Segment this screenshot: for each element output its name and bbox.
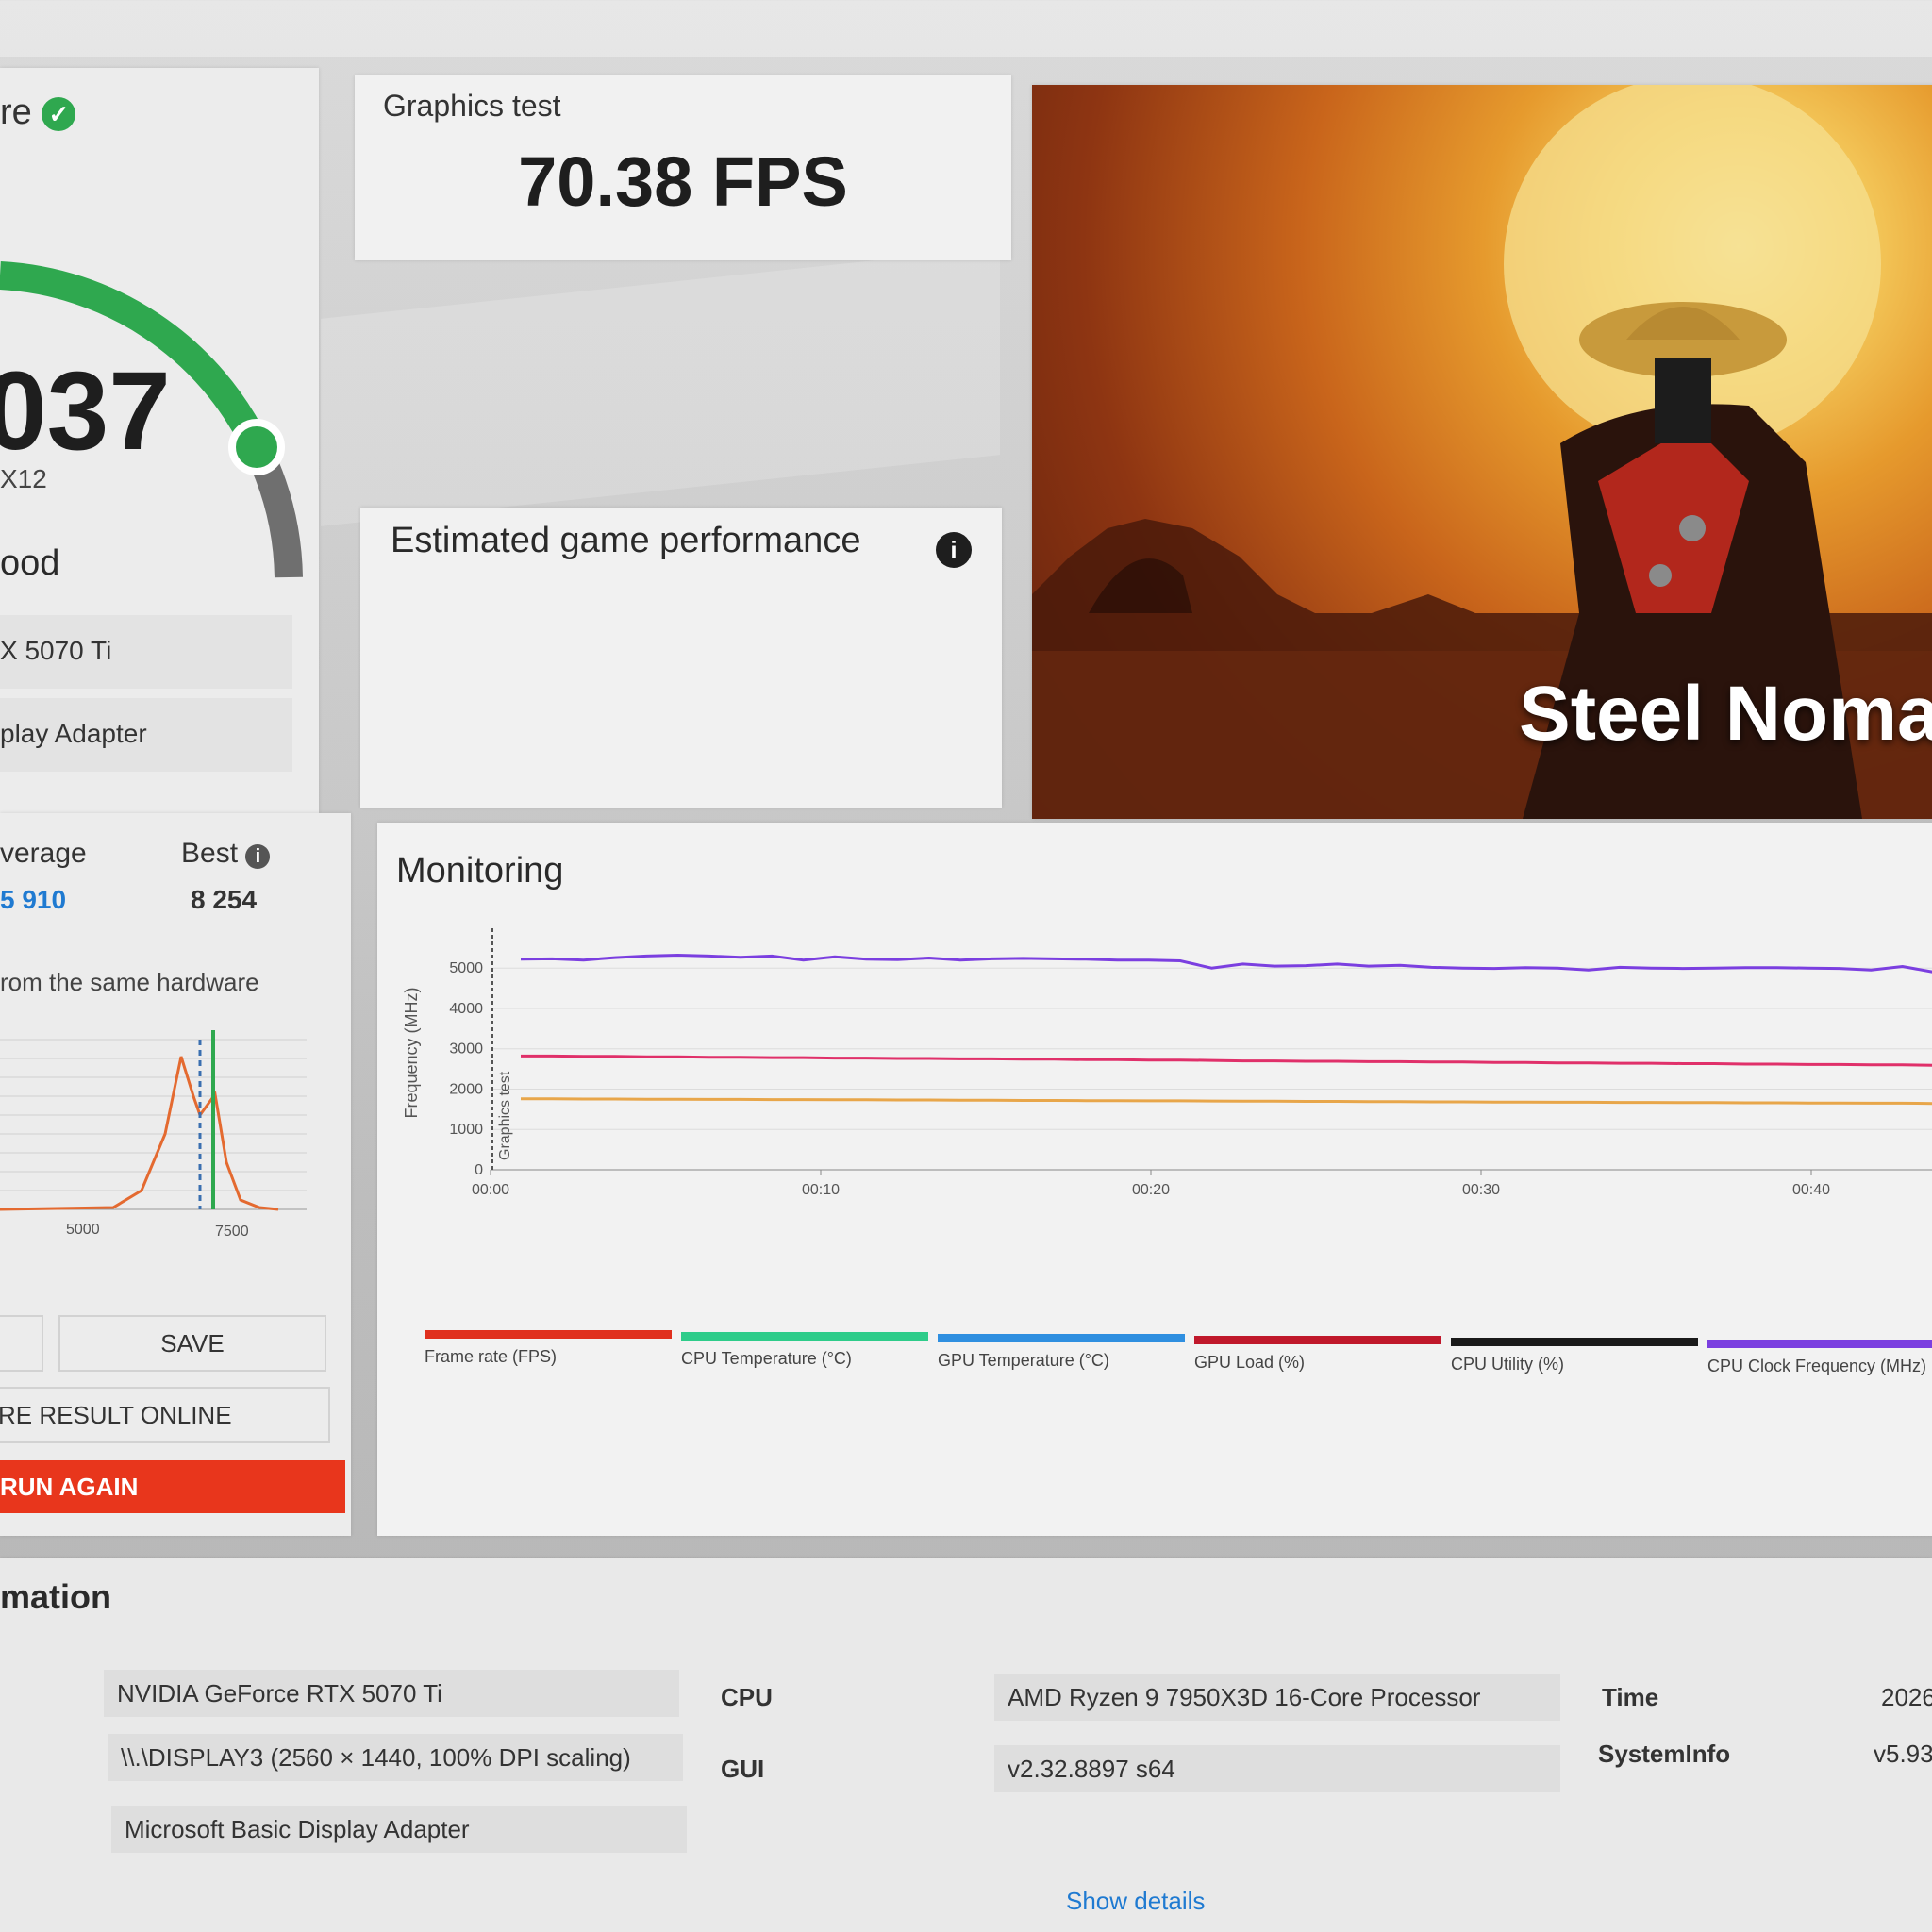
score-title-text: re — [0, 92, 32, 132]
legend-swatch[interactable] — [1194, 1336, 1441, 1344]
cpu-label: CPU — [721, 1683, 773, 1711]
graphics-test-label: Graphics test — [383, 89, 561, 123]
adapter-field: Microsoft Basic Display Adapter — [111, 1806, 687, 1853]
legend-label[interactable]: GPU Load (%) — [1194, 1353, 1305, 1373]
score-title: re ✓ — [0, 92, 76, 133]
series-line-2 — [521, 1097, 1932, 1106]
cpu-field: AMD Ryzen 9 7950X3D 16-Core Processor — [994, 1674, 1560, 1721]
score-panel: re ✓ 037 X12 ood X 5070 Ti play Adapter — [0, 68, 319, 813]
x-tick-label: 00:10 — [802, 1182, 840, 1198]
distribution-chart: 5000 7500 — [0, 1030, 307, 1240]
gpu-field: NVIDIA GeForce RTX 5070 Ti — [104, 1670, 679, 1717]
legend-label[interactable]: CPU Utility (%) — [1451, 1355, 1564, 1374]
background-shape — [321, 247, 1000, 526]
share-result-online-button[interactable]: RE RESULT ONLINE — [0, 1387, 330, 1443]
monitoring-chart: 0 1000 2000 3000 4000 5000 00:00 00:10 00:20 00:3… — [402, 928, 1932, 1198]
comparison-panel: verage 5 910 Best i 8 254 rom the same h… — [0, 813, 351, 1536]
best-value: 8 254 — [191, 885, 258, 914]
system-info-title: mation — [0, 1577, 112, 1616]
dist-tick-7500: 7500 — [215, 1224, 249, 1240]
display-field: \\.\DISPLAY3 (2560 × 1440, 100% DPI scal… — [108, 1734, 683, 1781]
systeminfo-label: SystemInfo — [1598, 1740, 1731, 1768]
time-label: Time — [1602, 1683, 1659, 1711]
gui-field: v2.32.8897 s64 — [994, 1745, 1560, 1792]
average-label: verage — [0, 838, 87, 869]
load-button[interactable] — [0, 1315, 43, 1372]
gui-label: GUI — [721, 1755, 765, 1783]
gpu-row: X 5070 Ti — [0, 615, 292, 689]
series-line-1 — [521, 1054, 1932, 1067]
save-button[interactable]: SAVE — [58, 1315, 326, 1372]
y-tick-label: 4000 — [449, 1001, 483, 1017]
legend-swatch[interactable] — [1451, 1338, 1698, 1346]
series-line-0 — [520, 953, 1932, 974]
background-shape — [0, 0, 1932, 57]
dist-tick-5000: 5000 — [66, 1222, 100, 1238]
y-tick-label: 0 — [475, 1162, 483, 1178]
monitoring-title: Monitoring — [396, 851, 564, 891]
monitoring-panel: Monitoring 0 1000 2000 3000 4000 5000 00:00 00:… — [377, 823, 1932, 1536]
y-tick-label: 5000 — [449, 960, 483, 976]
gauge-knob — [228, 419, 285, 475]
check-icon: ✓ — [42, 96, 76, 131]
legend-swatch[interactable] — [425, 1330, 672, 1339]
graphics-test-card: Graphics test 70.38 FPS — [355, 75, 1011, 260]
legend-label[interactable]: CPU Clock Frequency (MHz) — [1707, 1357, 1926, 1376]
x-tick-label: 00:40 — [1792, 1182, 1830, 1198]
distribution-curve — [0, 1056, 279, 1211]
legend-swatch[interactable] — [681, 1332, 928, 1341]
estimated-game-performance-card: Estimated game performance i — [360, 508, 1002, 808]
x-tick-label: 00:20 — [1132, 1182, 1170, 1198]
y-axis-label: Frequency (MHz) — [402, 987, 421, 1118]
api-label: X12 — [0, 464, 47, 493]
x-tick-label: 00:30 — [1462, 1182, 1500, 1198]
score-value: 037 — [0, 349, 171, 474]
gpu-row-text: X 5070 Ti — [0, 636, 112, 665]
time-value: 2026 — [1881, 1683, 1932, 1711]
graphics-test-marker-label: Graphics test — [497, 1071, 513, 1160]
show-details-link[interactable]: Show details — [1066, 1887, 1205, 1916]
y-tick-label: 2000 — [449, 1081, 483, 1097]
legend-label[interactable]: GPU Temperature (°C) — [938, 1351, 1109, 1371]
y-tick-label: 3000 — [449, 1041, 483, 1058]
average-value: 5 910 — [0, 885, 67, 914]
steel-nomad-hero-image: Steel Nomad — [1032, 85, 1932, 819]
systeminfo-value: v5.93 — [1874, 1740, 1932, 1768]
graphics-test-fps: 70.38 FPS — [518, 142, 848, 221]
rating-label: ood — [0, 543, 60, 583]
adapter-row-text: play Adapter — [0, 719, 147, 748]
adapter-row: play Adapter — [0, 698, 292, 772]
legend-swatch[interactable] — [938, 1334, 1185, 1342]
hero-title: Steel Nomad — [1519, 671, 1932, 757]
legend-swatch[interactable] — [1707, 1340, 1932, 1348]
best-label: Best i — [181, 838, 271, 870]
info-icon[interactable]: i — [245, 844, 271, 869]
system-information-panel: mation NVIDIA GeForce RTX 5070 Ti \\.\DI… — [0, 1558, 1932, 1932]
x-tick-label: 00:00 — [472, 1182, 509, 1198]
same-hardware-text: rom the same hardware — [0, 968, 259, 996]
best-label-text: Best — [181, 838, 239, 869]
legend-label[interactable]: CPU Temperature (°C) — [681, 1349, 852, 1369]
y-tick-label: 1000 — [449, 1122, 483, 1138]
run-again-button[interactable]: RUN AGAIN — [0, 1460, 345, 1513]
legend-label[interactable]: Frame rate (FPS) — [425, 1347, 557, 1367]
info-icon[interactable]: i — [936, 532, 972, 568]
estimated-title: Estimated game performance — [391, 521, 861, 560]
